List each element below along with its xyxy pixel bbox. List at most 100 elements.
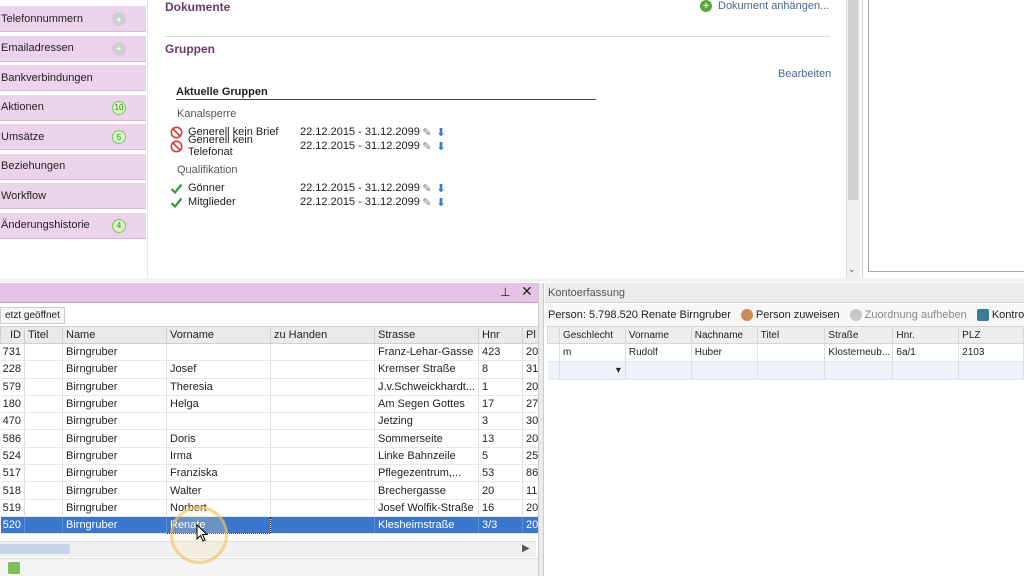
scroll-down-icon[interactable]: ⌄ bbox=[848, 264, 856, 275]
table-cell[interactable]: 520 bbox=[0, 516, 25, 535]
table-cell[interactable] bbox=[24, 360, 63, 379]
table-cell[interactable] bbox=[270, 378, 375, 396]
konto-cell[interactable] bbox=[958, 361, 1024, 380]
table-cell[interactable]: Linke Bahnzeile bbox=[374, 447, 479, 466]
nav-item-aktionen[interactable]: Aktionen 10 bbox=[0, 94, 146, 121]
vertical-splitter[interactable] bbox=[538, 283, 544, 576]
table-cell[interactable]: Franz-Lehar-Gasse bbox=[374, 343, 479, 362]
table-cell[interactable] bbox=[24, 499, 63, 517]
table-cell[interactable]: Josef Wolfik-Straße bbox=[374, 499, 479, 517]
table-cell[interactable]: 31 bbox=[522, 360, 540, 379]
table-cell[interactable]: 423 bbox=[478, 343, 523, 362]
table-cell[interactable]: 731 bbox=[0, 343, 25, 362]
detail-scrollbar-thumb[interactable] bbox=[848, 0, 858, 200]
table-cell[interactable] bbox=[270, 395, 375, 414]
table-cell[interactable]: 519 bbox=[0, 499, 25, 517]
close-icon[interactable]: ✕ bbox=[521, 283, 533, 300]
scroll-right-icon[interactable]: ▶ bbox=[522, 543, 530, 554]
table-row[interactable]: 518 Birngruber Walter Brechergasse 20 11 bbox=[0, 481, 540, 500]
table-row[interactable]: 586 Birngruber Doris Sommerseite 13 20 bbox=[0, 429, 540, 448]
table-cell[interactable] bbox=[24, 447, 63, 466]
table-cell[interactable]: 53 bbox=[478, 464, 523, 483]
table-cell[interactable]: 517 bbox=[0, 464, 25, 483]
table-cell[interactable]: Theresia bbox=[166, 378, 271, 396]
nav-item-emailadressen[interactable]: Emailadressen + bbox=[0, 35, 146, 62]
table-row[interactable]: 180 Birngruber Helga Am Segen Gottes 17 27 bbox=[0, 395, 540, 414]
table-cell[interactable] bbox=[24, 343, 63, 362]
recently-opened-tab[interactable]: etzt geöffnet bbox=[0, 307, 65, 324]
nav-item--nderungshistorie[interactable]: Änderungshistorie 4 bbox=[0, 212, 146, 239]
table-cell[interactable]: Klesheimstraße bbox=[374, 516, 479, 535]
table-cell[interactable]: 27 bbox=[522, 395, 540, 414]
table-cell[interactable]: Sommerseite bbox=[374, 429, 479, 448]
table-cell[interactable]: 3/3 bbox=[478, 516, 523, 535]
table-cell[interactable]: 17 bbox=[478, 395, 523, 414]
table-cell[interactable]: Birngruber bbox=[62, 395, 167, 414]
grid-horizontal-scrollbar[interactable] bbox=[0, 541, 536, 557]
edit-pencil-icon[interactable]: ✎ bbox=[420, 182, 434, 195]
table-cell[interactable]: 180 bbox=[0, 395, 25, 414]
konto-column-header-plz[interactable]: PLZ bbox=[958, 326, 1024, 344]
table-row[interactable]: 524 Birngruber Irma Linke Bahnzeile 5 25 bbox=[0, 447, 540, 466]
table-cell[interactable]: 30 bbox=[522, 412, 540, 431]
table-cell[interactable]: 13 bbox=[478, 429, 523, 448]
table-cell[interactable] bbox=[24, 481, 63, 500]
table-cell[interactable] bbox=[166, 343, 271, 362]
table-cell[interactable] bbox=[270, 464, 375, 483]
konto-column-header-stra-e[interactable]: Straße bbox=[824, 326, 894, 344]
unassign-button[interactable]: Zuordnung aufheben bbox=[849, 309, 967, 321]
table-cell[interactable]: 20 bbox=[522, 378, 540, 396]
nav-item-telefonnummern[interactable]: Telefonnummern + bbox=[0, 6, 146, 32]
table-row[interactable]: 517 Birngruber Franziska Pflegezentrum,... 5… bbox=[0, 464, 540, 483]
edit-pencil-icon[interactable]: ✎ bbox=[420, 140, 434, 153]
table-row[interactable]: 731 Birngruber Franz-Lehar-Gasse 423 20 bbox=[0, 343, 540, 362]
konto-column-header-nachname[interactable]: Nachname bbox=[690, 326, 758, 344]
konto-cell[interactable]: m bbox=[559, 343, 626, 362]
table-cell[interactable]: 5 bbox=[478, 447, 523, 466]
konto-cell[interactable] bbox=[757, 343, 826, 362]
column-header-name[interactable]: Name bbox=[62, 326, 167, 344]
table-cell[interactable] bbox=[270, 343, 375, 362]
table-row[interactable]: 520 Birngruber Renate Klesheimstraße 3/3 20 bbox=[0, 515, 540, 535]
konto-cell[interactable] bbox=[824, 361, 894, 380]
table-cell[interactable]: 524 bbox=[0, 447, 25, 466]
konto-column-header-titel[interactable]: Titel bbox=[756, 326, 826, 344]
konto-cell[interactable] bbox=[892, 361, 960, 380]
table-cell[interactable] bbox=[270, 412, 375, 431]
table-cell[interactable] bbox=[24, 395, 63, 414]
table-cell[interactable]: Birngruber bbox=[62, 412, 167, 431]
assign-person-button[interactable]: Person zuweisen bbox=[740, 309, 840, 321]
table-cell[interactable]: Josef bbox=[166, 360, 271, 379]
table-cell[interactable]: Brechergasse bbox=[374, 481, 479, 500]
table-cell[interactable]: 579 bbox=[0, 378, 25, 396]
konto-cell[interactable]: 6a/1 bbox=[892, 343, 960, 362]
konto-column-header-hnr-[interactable]: Hnr. bbox=[892, 326, 960, 344]
table-cell[interactable]: 3 bbox=[478, 412, 523, 431]
arrow-down-icon[interactable]: ⬇ bbox=[434, 196, 448, 209]
column-header-hnr[interactable]: Hnr bbox=[478, 326, 523, 344]
table-cell[interactable]: Doris bbox=[166, 429, 271, 448]
table-cell[interactable]: Birngruber bbox=[62, 481, 167, 500]
table-row[interactable]: 579 Birngruber Theresia J.v.Schweickhardt..… bbox=[0, 378, 540, 396]
grid-horizontal-scrollbar-thumb[interactable] bbox=[0, 544, 70, 554]
table-cell[interactable] bbox=[270, 360, 375, 379]
table-cell[interactable]: 20 bbox=[522, 429, 540, 448]
table-cell[interactable]: Birngruber bbox=[62, 447, 167, 466]
table-cell[interactable] bbox=[24, 464, 63, 483]
table-cell[interactable]: 11 bbox=[522, 481, 540, 500]
column-header-id[interactable]: ID bbox=[0, 326, 25, 344]
arrow-down-icon[interactable]: ⬇ bbox=[434, 182, 448, 195]
nav-item-beziehungen[interactable]: Beziehungen bbox=[0, 153, 146, 180]
table-cell[interactable]: Pflegezentrum,... bbox=[374, 464, 479, 483]
column-header-titel[interactable]: Titel bbox=[24, 326, 63, 344]
table-cell[interactable]: 25 bbox=[522, 447, 540, 466]
table-cell[interactable]: Irma bbox=[166, 447, 271, 466]
table-cell[interactable]: Birngruber bbox=[62, 516, 167, 535]
table-cell[interactable]: 20 bbox=[522, 499, 540, 517]
table-cell[interactable] bbox=[24, 429, 63, 448]
edit-groups-link[interactable]: Bearbeiten bbox=[778, 68, 831, 80]
konto-cell[interactable] bbox=[757, 361, 826, 380]
nav-item-bankverbindungen[interactable]: Bankverbindungen bbox=[0, 65, 146, 91]
table-cell[interactable]: 228 bbox=[0, 360, 25, 379]
table-cell[interactable] bbox=[270, 499, 375, 517]
